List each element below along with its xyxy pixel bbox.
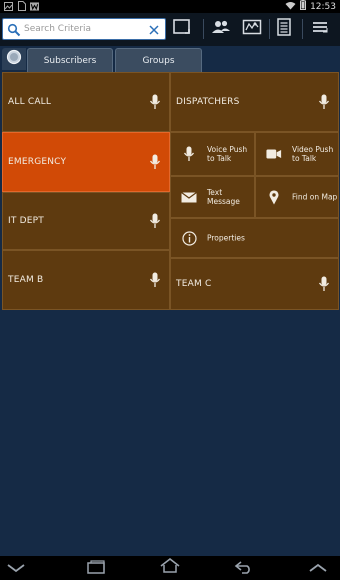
list-icon xyxy=(276,18,292,40)
wifi-icon xyxy=(285,1,296,13)
contacts-button[interactable] xyxy=(207,17,235,41)
properties-option[interactable]: Properties xyxy=(170,218,339,258)
tab-groups[interactable]: Groups xyxy=(115,48,202,72)
home-tab[interactable] xyxy=(2,48,26,70)
w-app-icon xyxy=(30,1,39,11)
group-tile-dispatchers[interactable]: DISPATCHERS xyxy=(170,72,339,132)
video-ptt-option[interactable]: Video Push to Talk xyxy=(255,132,339,176)
recent-apps-icon xyxy=(86,559,106,578)
action-bar xyxy=(0,13,340,46)
voice-ptt-label: Voice Push to Talk xyxy=(207,145,248,163)
overflow-menu-button[interactable] xyxy=(306,17,334,41)
back-arrow-icon xyxy=(234,559,254,578)
microphone-icon[interactable] xyxy=(149,94,161,110)
text-message-label: Text Message xyxy=(207,188,240,206)
group-tile-emergency[interactable]: EMERGENCY xyxy=(2,132,170,192)
group-label: ALL CALL xyxy=(8,97,52,107)
chevron-up-icon xyxy=(308,559,328,578)
group-tile-all-call[interactable]: ALL CALL xyxy=(2,72,170,132)
info-icon xyxy=(181,230,197,246)
menu-icon xyxy=(311,19,329,39)
chevron-down-icon xyxy=(6,559,26,578)
home-button[interactable] xyxy=(158,557,182,578)
group-tile-it-dept[interactable]: IT DEPT xyxy=(2,192,170,250)
clear-search-icon[interactable] xyxy=(147,22,161,36)
voice-ptt-option[interactable]: Voice Push to Talk xyxy=(170,132,255,176)
image-icon xyxy=(4,1,13,11)
group-tile-team-c[interactable]: TEAM C xyxy=(170,258,339,310)
document-icon xyxy=(17,1,26,11)
search-input[interactable] xyxy=(24,21,146,37)
map-pin-icon xyxy=(266,189,282,204)
map-button[interactable] xyxy=(238,17,266,41)
video-ptt-label: Video Push to Talk xyxy=(292,145,334,163)
search-icon xyxy=(7,22,21,37)
notification-icons xyxy=(4,1,39,11)
radio-circle-icon xyxy=(6,49,22,69)
clock: 12:53 xyxy=(310,1,336,12)
recent-apps-button[interactable] xyxy=(84,558,108,578)
group-label: EMERGENCY xyxy=(8,157,67,167)
find-on-map-label: Find on Map xyxy=(292,192,338,202)
microphone-icon[interactable] xyxy=(149,272,161,288)
tab-subscribers[interactable]: Subscribers xyxy=(27,48,113,72)
group-label: TEAM C xyxy=(176,279,212,289)
contacts-icon xyxy=(211,19,231,39)
list-button[interactable] xyxy=(270,17,298,41)
tabs-row: Subscribers Groups xyxy=(0,46,340,72)
navigation-bar xyxy=(0,556,340,580)
back-button[interactable] xyxy=(232,558,256,578)
microphone-icon[interactable] xyxy=(149,154,161,170)
expand-button[interactable] xyxy=(306,558,330,578)
tab-groups-label: Groups xyxy=(142,55,175,66)
battery-icon xyxy=(300,0,307,13)
window-icon xyxy=(172,18,192,40)
find-on-map-option[interactable]: Find on Map xyxy=(255,176,339,218)
group-grid: ALL CALL DISPATCHERS EMERGENCY Voice Pus… xyxy=(2,72,339,310)
group-tile-team-b[interactable]: TEAM B xyxy=(2,250,170,310)
group-label: TEAM B xyxy=(8,275,44,285)
text-message-option[interactable]: Text Message xyxy=(170,176,255,218)
tab-subscribers-label: Subscribers xyxy=(43,55,97,66)
microphone-icon[interactable] xyxy=(318,94,330,110)
microphone-icon[interactable] xyxy=(149,213,161,229)
group-label: IT DEPT xyxy=(8,216,44,226)
video-camera-icon xyxy=(266,147,282,161)
collapse-button[interactable] xyxy=(4,558,28,578)
envelope-icon xyxy=(181,190,197,204)
new-window-button[interactable] xyxy=(168,17,196,41)
microphone-icon[interactable] xyxy=(318,276,330,292)
map-icon xyxy=(242,19,262,39)
group-label: DISPATCHERS xyxy=(176,97,240,107)
properties-label: Properties xyxy=(207,233,245,243)
microphone-icon xyxy=(181,146,197,161)
home-icon xyxy=(159,557,181,578)
status-bar: 12:53 xyxy=(0,0,340,13)
search-box[interactable] xyxy=(2,18,166,40)
